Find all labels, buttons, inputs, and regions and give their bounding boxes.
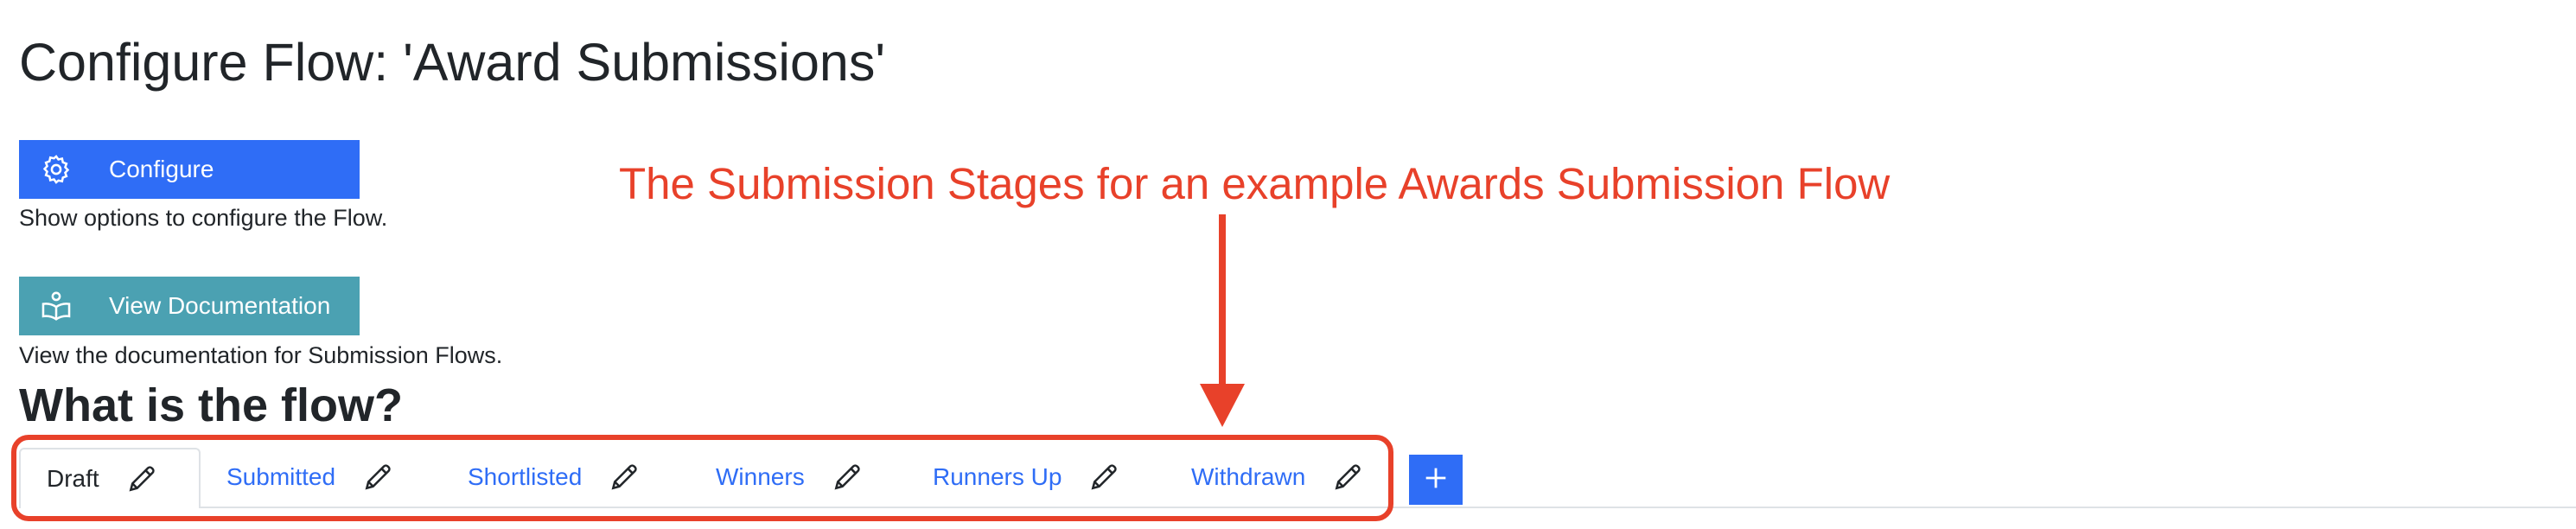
configure-button-label: Configure [109,156,214,182]
tab-winners[interactable]: Winners [716,448,864,507]
open-book-icon [40,290,73,322]
annotation-highlight-box [11,435,1393,521]
tab-label: Draft [47,465,99,492]
tab-submitted[interactable]: Submitted [226,448,394,507]
pencil-icon[interactable] [1331,461,1364,494]
annotation-text: The Submission Stages for an example Awa… [619,159,1891,208]
page-title: Configure Flow: 'Award Submissions' [19,33,885,92]
pencil-icon[interactable] [608,461,641,494]
documentation-help-text: View the documentation for Submission Fl… [19,342,503,368]
tab-bar-divider [201,507,2576,508]
plus-icon [1421,463,1451,497]
tab-label: Withdrawn [1191,463,1306,490]
tab-label: Runners Up [933,463,1062,490]
tab-label: Shortlisted [468,463,583,490]
pencil-icon[interactable] [125,462,158,495]
configure-help-text: Show options to configure the Flow. [19,205,388,231]
tab-label: Winners [716,463,805,490]
pencil-icon[interactable] [831,461,864,494]
tab-label: Submitted [226,463,336,490]
annotation-arrow [1200,214,1245,427]
tab-shortlisted[interactable]: Shortlisted [468,448,641,507]
view-documentation-button-label: View Documentation [109,292,331,319]
configure-button[interactable]: Configure [19,140,360,199]
pencil-icon[interactable] [1087,461,1120,494]
view-documentation-button[interactable]: View Documentation [19,277,360,335]
add-stage-button[interactable] [1409,455,1463,505]
tab-runners-up[interactable]: Runners Up [933,448,1120,507]
flow-section-heading: What is the flow? [19,379,403,431]
pencil-icon[interactable] [361,461,394,494]
tab-withdrawn[interactable]: Withdrawn [1191,448,1364,507]
gear-icon [40,153,73,186]
tab-draft[interactable]: Draft [19,448,201,508]
